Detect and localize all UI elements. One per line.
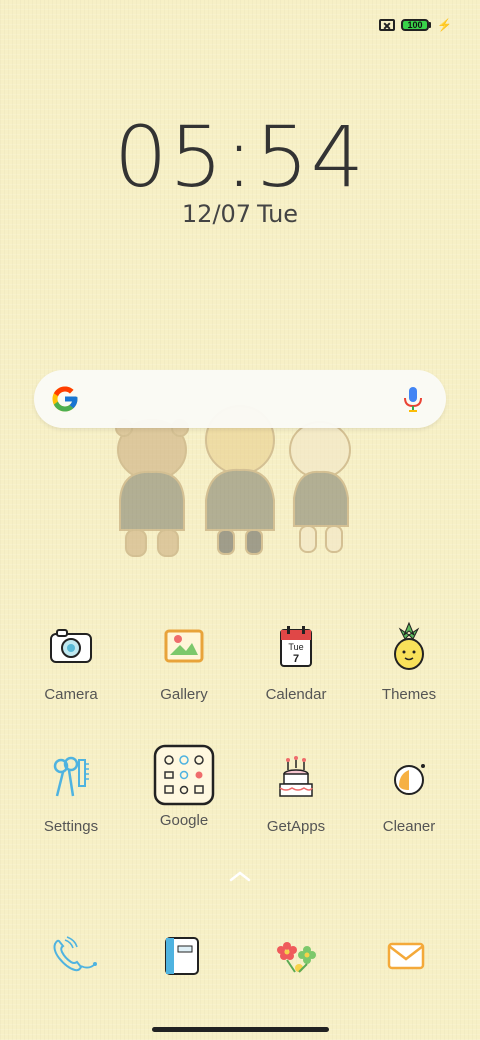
calendar-day-text: Tue xyxy=(288,642,303,652)
dock-phone[interactable] xyxy=(46,928,102,984)
calendar-icon: Tue 7 xyxy=(268,618,324,674)
phone-icon xyxy=(53,936,97,972)
calendar-date-text: 7 xyxy=(293,653,299,665)
app-gallery[interactable]: Gallery xyxy=(134,618,234,703)
notes-icon xyxy=(165,937,199,975)
app-getapps[interactable]: GetApps xyxy=(246,750,346,835)
scissors-comb-icon xyxy=(43,750,99,806)
app-cleaner[interactable]: Cleaner xyxy=(359,750,459,835)
app-google-folder[interactable]: Google xyxy=(134,744,234,829)
dock-notes[interactable] xyxy=(154,928,210,984)
gallery-icon xyxy=(156,618,212,674)
app-calendar[interactable]: Tue 7 Calendar xyxy=(246,618,346,703)
microphone-icon[interactable] xyxy=(402,385,424,413)
home-indicator[interactable] xyxy=(152,1027,329,1032)
pineapple-icon xyxy=(381,618,437,674)
app-label: Themes xyxy=(381,686,437,703)
battery-icon: 100 xyxy=(401,19,432,31)
app-camera[interactable]: Camera xyxy=(21,618,121,703)
cleaner-icon xyxy=(381,750,437,806)
clock-date[interactable]: 12/07 Tue xyxy=(0,200,480,228)
status-bar: 100 ⚡ xyxy=(379,18,452,32)
dock-flowers[interactable] xyxy=(268,928,324,984)
clock-time[interactable]: 05:54 xyxy=(0,108,480,206)
charging-icon: ⚡ xyxy=(437,18,452,32)
day-value: Tue xyxy=(257,200,299,228)
date-value: 12/07 xyxy=(181,200,252,228)
app-settings[interactable]: Settings xyxy=(21,750,121,835)
mail-icon xyxy=(387,942,425,970)
flowers-icon xyxy=(277,942,316,973)
battery-level: 100 xyxy=(401,19,430,31)
folder-icon xyxy=(153,744,215,806)
app-label: Google xyxy=(159,812,209,829)
google-search-bar[interactable] xyxy=(34,370,446,428)
cake-icon xyxy=(268,750,324,806)
app-label: Cleaner xyxy=(382,818,436,835)
dock-mail[interactable] xyxy=(378,928,434,984)
app-themes[interactable]: Themes xyxy=(359,618,459,703)
google-logo-icon xyxy=(52,386,78,412)
app-label: Camera xyxy=(44,686,98,703)
app-label: Calendar xyxy=(265,686,327,703)
chevron-up-icon[interactable] xyxy=(229,870,251,882)
app-label: Gallery xyxy=(160,686,208,703)
no-sim-icon xyxy=(379,19,396,31)
app-label: Settings xyxy=(43,818,99,835)
camera-icon xyxy=(43,618,99,674)
app-label: GetApps xyxy=(266,818,326,835)
